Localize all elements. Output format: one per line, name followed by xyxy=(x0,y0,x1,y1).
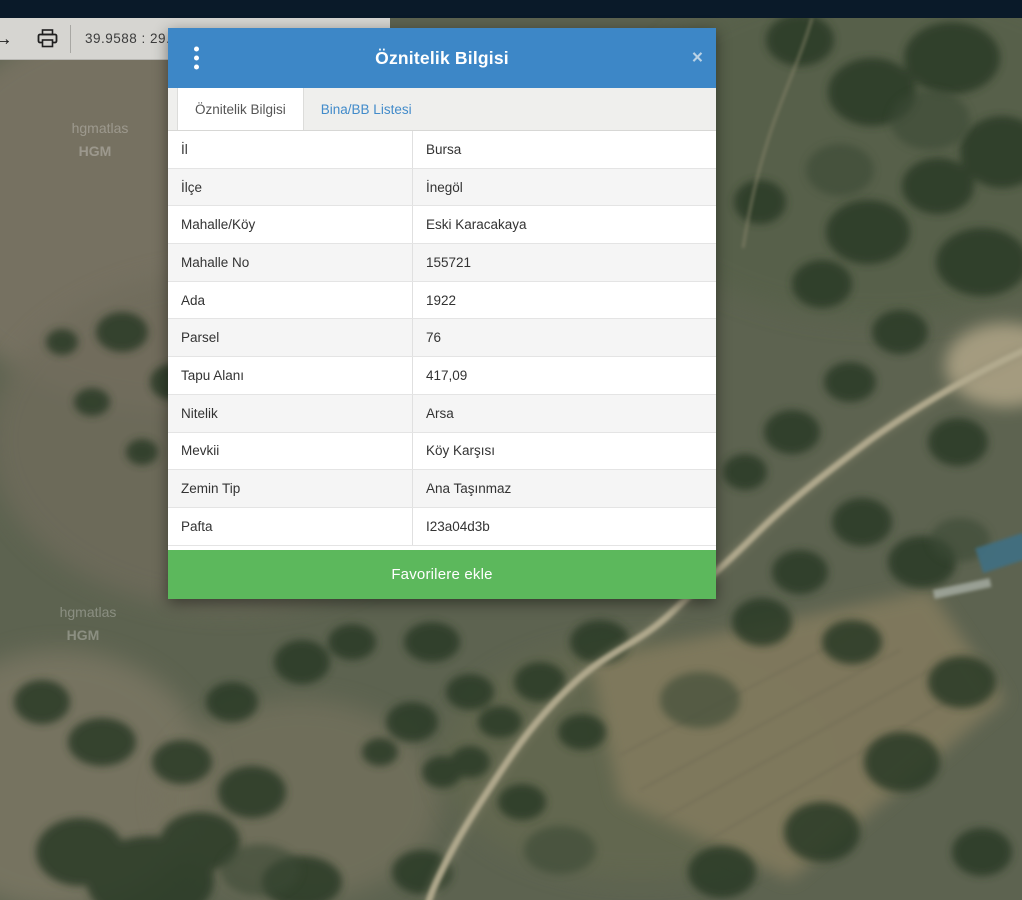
row-value: 155721 xyxy=(412,244,716,281)
attribute-info-modal: Öznitelik Bilgisi × Öznitelik Bilgisi Bi… xyxy=(168,28,716,599)
modal-tabs: Öznitelik Bilgisi Bina/BB Listesi xyxy=(168,88,716,131)
row-label: Mahalle No xyxy=(168,255,412,270)
table-row: Ada 1922 xyxy=(168,282,716,320)
table-row: Pafta I23a04d3b xyxy=(168,508,716,546)
attribute-table: İl Bursa İlçe İnegöl Mahalle/Köy Eski Ka… xyxy=(168,131,716,546)
row-value: 417,09 xyxy=(412,357,716,394)
tab-oznitelik-bilgisi[interactable]: Öznitelik Bilgisi xyxy=(177,88,304,130)
modal-title: Öznitelik Bilgisi xyxy=(375,48,509,69)
map-watermark-text: HGM xyxy=(79,143,112,159)
table-row: Tapu Alanı 417,09 xyxy=(168,357,716,395)
row-label: Zemin Tip xyxy=(168,481,412,496)
table-row: Zemin Tip Ana Taşınmaz xyxy=(168,470,716,508)
add-to-favorites-button[interactable]: Favorilere ekle xyxy=(168,550,716,599)
table-row: Nitelik Arsa xyxy=(168,395,716,433)
table-row: İl Bursa xyxy=(168,131,716,169)
map-watermark-text: hgmatlas xyxy=(60,604,117,620)
row-value: Bursa xyxy=(412,131,716,168)
table-row: Mahalle No 155721 xyxy=(168,244,716,282)
table-row: Mevkii Köy Karşısı xyxy=(168,433,716,471)
close-icon[interactable]: × xyxy=(692,49,703,68)
row-label: İl xyxy=(168,142,412,157)
map-watermark-text: hgmatlas xyxy=(72,120,129,136)
table-row: İlçe İnegöl xyxy=(168,169,716,207)
row-value: I23a04d3b xyxy=(412,508,716,545)
printer-icon[interactable] xyxy=(37,29,58,48)
table-row: Mahalle/Köy Eski Karacakaya xyxy=(168,206,716,244)
row-label: İlçe xyxy=(168,180,412,195)
row-label: Parsel xyxy=(168,330,412,345)
kebab-menu-icon[interactable] xyxy=(190,43,203,74)
row-value: 1922 xyxy=(412,282,716,319)
table-row: Parsel 76 xyxy=(168,319,716,357)
row-value: Ana Taşınmaz xyxy=(412,470,716,507)
row-label: Nitelik xyxy=(168,406,412,421)
row-label: Tapu Alanı xyxy=(168,368,412,383)
row-label: Pafta xyxy=(168,519,412,534)
right-arrow-icon[interactable]: → xyxy=(0,29,13,49)
row-value: Eski Karacakaya xyxy=(412,206,716,243)
modal-header: Öznitelik Bilgisi × xyxy=(168,28,716,88)
map-watermark-text: HGM xyxy=(67,627,100,643)
row-value: Arsa xyxy=(412,395,716,432)
top-navy-bar xyxy=(0,0,1022,18)
row-label: Mahalle/Köy xyxy=(168,217,412,232)
toolbar-divider xyxy=(70,25,71,53)
row-label: Mevkii xyxy=(168,443,412,458)
row-value: 76 xyxy=(412,319,716,356)
modal-footer: Favorilere ekle xyxy=(168,546,716,599)
row-value: Köy Karşısı xyxy=(412,433,716,470)
row-label: Ada xyxy=(168,293,412,308)
tab-bina-bb-listesi[interactable]: Bina/BB Listesi xyxy=(304,88,429,130)
row-value: İnegöl xyxy=(412,169,716,206)
